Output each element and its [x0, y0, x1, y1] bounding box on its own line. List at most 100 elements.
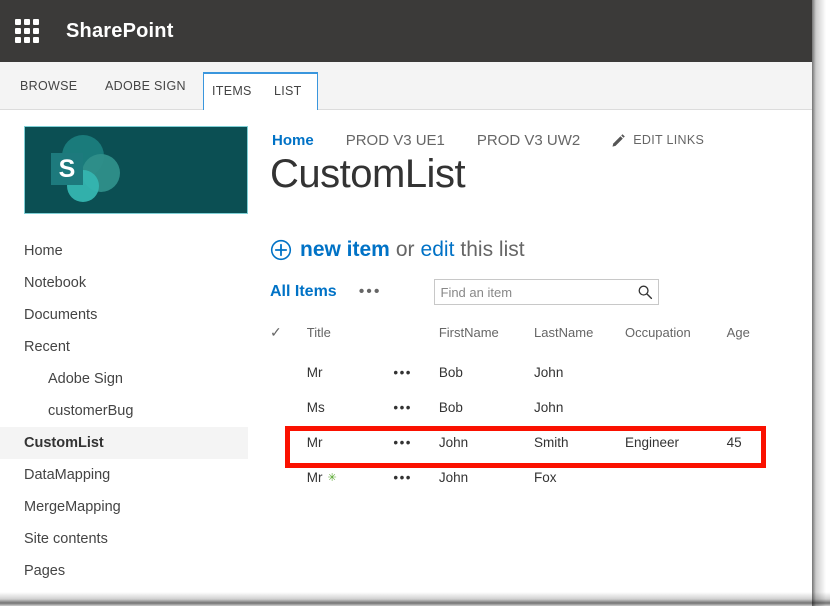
cell-title: Mr [306, 435, 323, 450]
row-checkbox[interactable] [270, 425, 307, 460]
row-menu-ellipsis[interactable]: ••• [393, 390, 438, 425]
sidebar-item-customlist[interactable]: CustomList [0, 427, 248, 459]
cell-title-text: Mr [306, 470, 323, 485]
cell-occupation: Engineer [624, 435, 679, 450]
search-input[interactable] [434, 284, 632, 300]
cell-firstname: John [438, 435, 469, 450]
cell-occupation [625, 390, 727, 425]
cell-age [727, 390, 770, 425]
sidebar-item-customerbug[interactable]: customerBug [0, 395, 248, 427]
window-bottom-shadow [0, 592, 830, 606]
view-selector-all-items[interactable]: All Items [270, 283, 337, 301]
or-label: or [395, 238, 415, 261]
cell-title: Ms [306, 400, 325, 415]
cell-title: Mr [306, 365, 323, 380]
sidebar-item-adobe-sign[interactable]: Adobe Sign [0, 363, 248, 395]
sidebar-item-recent[interactable]: Recent [0, 331, 248, 363]
list-content-area: new item or edit this list All Items ••• [270, 238, 800, 495]
suite-title[interactable]: SharePoint [66, 20, 174, 43]
row-checkbox[interactable] [270, 355, 307, 390]
sidebar-item-label: CustomList [24, 435, 104, 451]
column-header-occupation[interactable]: Occupation [625, 324, 727, 355]
new-item-link[interactable]: new item [300, 238, 390, 262]
sidebar-item-label: DataMapping [24, 467, 111, 483]
sidebar-item-notebook[interactable]: Notebook [0, 267, 248, 299]
sharepoint-list-page: SharePoint BROWSE ADOBE SIGN ITEMS LIST … [0, 0, 830, 606]
row-menu-ellipsis[interactable]: ••• [393, 425, 438, 460]
page-body: S Home PROD V3 UE1 PROD V3 UW2 EDIT LINK… [0, 110, 812, 604]
cell-lastname: Smith [534, 435, 569, 450]
sharepoint-logo-icon: S [51, 135, 120, 202]
nav-link-prod-v3-uw2[interactable]: PROD V3 UW2 [477, 132, 580, 149]
tab-list[interactable]: LIST [274, 72, 302, 110]
table-row[interactable]: Mr ••• John Smith Engineer 45 [270, 425, 770, 460]
magnifier-icon[interactable] [632, 284, 658, 300]
table-row[interactable]: Mr ✳ ••• John Fox [270, 460, 770, 495]
sidebar-item-pages[interactable]: Pages [0, 555, 248, 587]
sidebar-item-label: customerBug [48, 403, 134, 419]
tab-adobe-sign[interactable]: ADOBE SIGN [105, 62, 186, 109]
table-row[interactable]: Ms ••• Bob John [270, 390, 770, 425]
sidebar-item-label: Notebook [24, 275, 87, 291]
sidebar-item-home[interactable]: Home [0, 235, 248, 267]
row-menu-ellipsis[interactable]: ••• [393, 355, 438, 390]
column-header-spacer [393, 324, 438, 355]
cell-occupation [625, 355, 727, 390]
tab-browse[interactable]: BROWSE [20, 62, 77, 109]
sidebar-item-datamapping[interactable]: DataMapping [0, 459, 248, 491]
sidebar-item-label: Pages [24, 563, 66, 579]
cell-lastname: John [534, 365, 564, 380]
app-launcher-waffle-icon[interactable] [12, 16, 42, 46]
nav-link-prod-v3-ue1[interactable]: PROD V3 UE1 [346, 132, 445, 149]
pencil-icon [612, 133, 626, 147]
svg-text:S: S [59, 155, 76, 183]
sidebar-item-mergemapping[interactable]: MergeMapping [0, 491, 248, 523]
nav-link-home[interactable]: Home [272, 132, 314, 149]
new-item-star-icon: ✳ [327, 472, 337, 484]
sidebar-item-label: Documents [24, 307, 98, 323]
cell-firstname: Bob [438, 365, 463, 380]
edit-links-label: EDIT LINKS [633, 133, 705, 147]
cell-lastname: Fox [534, 470, 557, 485]
row-checkbox[interactable] [270, 390, 307, 425]
cell-age [727, 355, 770, 390]
ribbon-tabstrip: BROWSE ADOBE SIGN ITEMS LIST [0, 62, 812, 110]
this-list-label: this list [460, 238, 525, 261]
top-navigation: Home PROD V3 UE1 PROD V3 UW2 EDIT LINKS [272, 128, 704, 152]
table-header-row: ✓ Title FirstName LastName Occupation Ag… [270, 324, 770, 355]
select-all-checkmark-icon[interactable]: ✓ [270, 324, 307, 355]
view-bar: All Items ••• [270, 278, 800, 306]
site-logo[interactable]: S [24, 126, 248, 214]
row-checkbox[interactable] [270, 460, 307, 495]
cell-firstname: Bob [438, 400, 463, 415]
column-header-title[interactable]: Title [307, 324, 394, 355]
table-row[interactable]: Mr ••• Bob John [270, 355, 770, 390]
suite-bar: SharePoint [0, 0, 812, 62]
sidebar-item-label: MergeMapping [24, 499, 121, 515]
row-menu-ellipsis[interactable]: ••• [393, 460, 438, 495]
circle-plus-icon[interactable] [270, 239, 292, 261]
list-table: ✓ Title FirstName LastName Occupation Ag… [270, 324, 770, 495]
sidebar-item-site-contents[interactable]: Site contents [0, 523, 248, 555]
page-title: CustomList [270, 152, 466, 196]
column-header-firstname[interactable]: FirstName [439, 324, 534, 355]
cell-title: Mr ✳ [307, 460, 394, 495]
column-header-age[interactable]: Age [727, 324, 770, 355]
left-navigation: Home Notebook Documents Recent Adobe Sig… [0, 235, 248, 587]
view-more-options-ellipsis[interactable]: ••• [359, 284, 382, 300]
sidebar-item-label: Adobe Sign [48, 371, 123, 387]
edit-list-link[interactable]: edit [421, 238, 455, 262]
sidebar-item-label: Recent [24, 339, 70, 355]
tab-items[interactable]: ITEMS [212, 72, 252, 110]
new-item-command-row: new item or edit this list [270, 238, 800, 262]
sidebar-item-label: Home [24, 243, 63, 259]
column-header-lastname[interactable]: LastName [534, 324, 625, 355]
edit-links-button[interactable]: EDIT LINKS [612, 133, 704, 147]
sidebar-item-documents[interactable]: Documents [0, 299, 248, 331]
search-box[interactable] [433, 279, 659, 305]
cell-firstname: John [438, 470, 469, 485]
cell-age [727, 460, 770, 495]
window-right-shadow [812, 0, 830, 606]
cell-lastname: John [534, 400, 564, 415]
sidebar-item-label: Site contents [24, 531, 108, 547]
